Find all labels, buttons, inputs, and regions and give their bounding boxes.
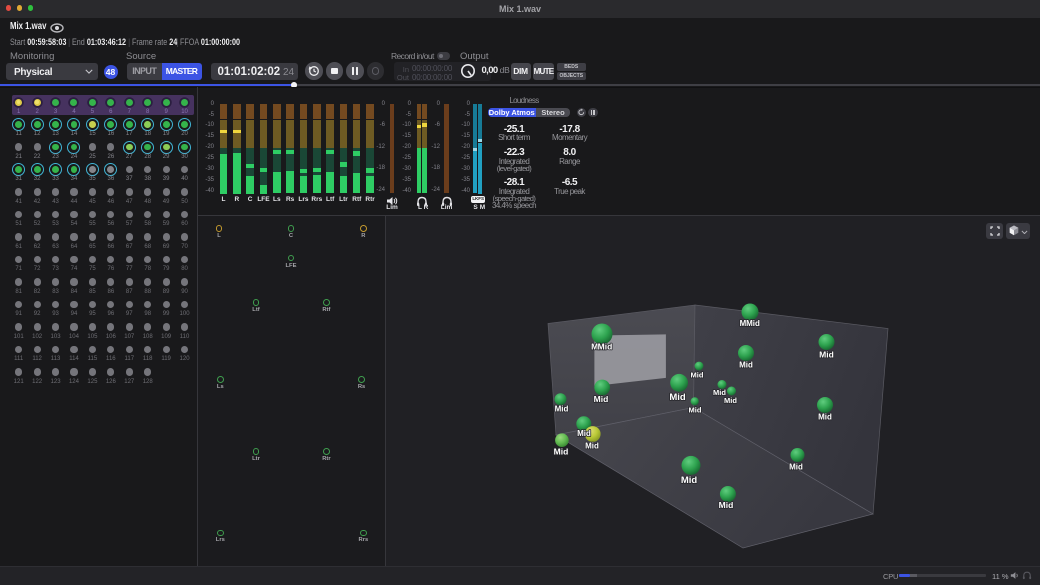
svg-text:Mid: Mid [724, 396, 737, 405]
svg-text:Mid: Mid [739, 360, 753, 369]
svg-text:Mid: Mid [554, 446, 569, 456]
svg-text:Mid: Mid [598, 341, 613, 351]
svg-text:Mid: Mid [691, 371, 704, 380]
svg-text:Mid: Mid [585, 441, 599, 450]
svg-text:Mid: Mid [746, 319, 760, 328]
svg-text:Mid: Mid [789, 462, 803, 471]
svg-text:Mid: Mid [689, 406, 702, 415]
svg-text:Mid: Mid [594, 394, 609, 404]
svg-text:Mid: Mid [577, 429, 591, 438]
svg-text:Mid: Mid [719, 500, 734, 510]
svg-text:Mid: Mid [818, 412, 832, 421]
svg-text:Mid: Mid [681, 475, 698, 486]
svg-text:Mid: Mid [555, 404, 569, 413]
svg-text:Mid: Mid [669, 392, 686, 403]
svg-text:Mid: Mid [819, 349, 834, 359]
